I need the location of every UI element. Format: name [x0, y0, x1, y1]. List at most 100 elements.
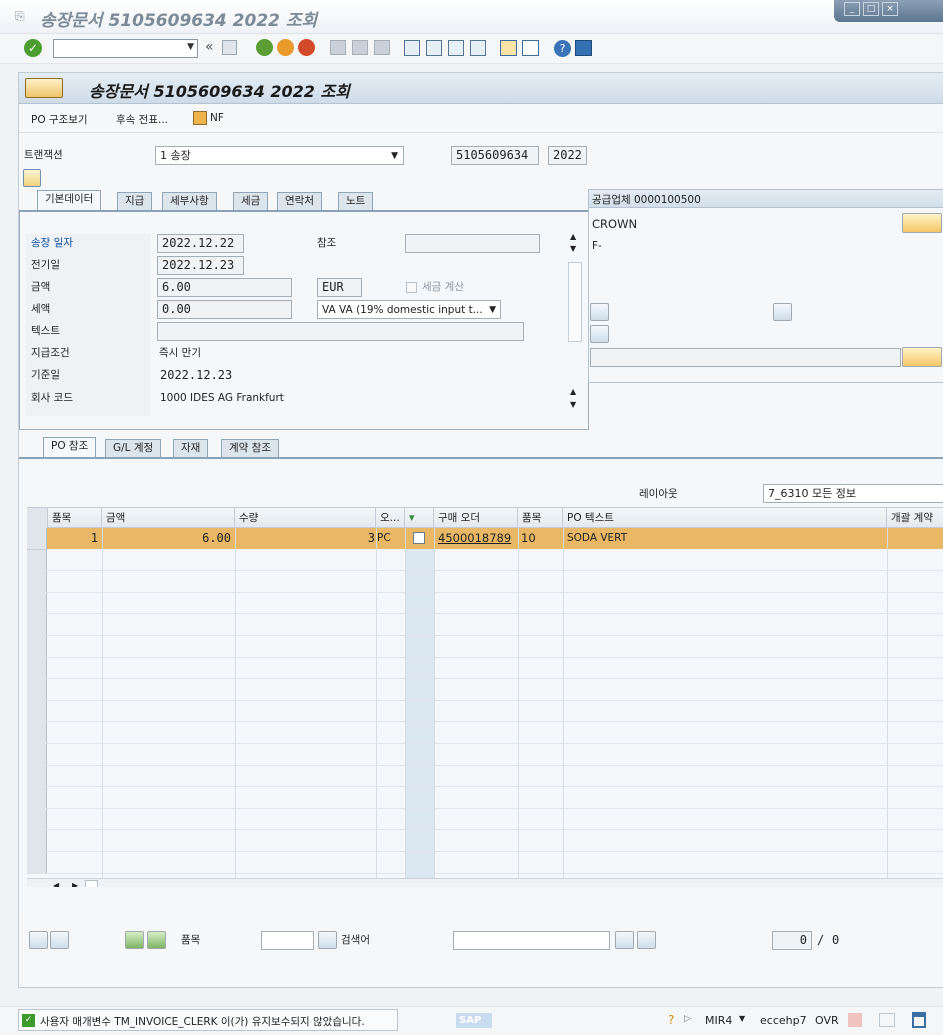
shortcut-icon[interactable]: [522, 40, 539, 56]
column-divider: [102, 528, 103, 880]
exit-icon[interactable]: [277, 39, 294, 56]
double-left-icon[interactable]: «: [205, 39, 214, 55]
deselect-all-icon[interactable]: [50, 931, 69, 949]
tab-details[interactable]: 세부사항: [162, 192, 217, 210]
tab-payment[interactable]: 지급: [117, 192, 153, 210]
invoice-tabstrip: 기본데이터 지급 세부사항 세금 연락처 노트 송장 일자 2022.12.22…: [19, 190, 589, 430]
nf-button[interactable]: NF: [210, 112, 224, 124]
new-session-icon[interactable]: [500, 40, 517, 56]
layout-field[interactable]: 7_6310 모든 정보: [763, 484, 943, 503]
screen-title: 송장문서 5105609634 2022 조회: [89, 82, 350, 101]
play-icon[interactable]: ▷: [684, 1014, 691, 1024]
customize-layout-icon[interactable]: [575, 40, 592, 56]
cancel-icon[interactable]: [298, 39, 315, 56]
tab-po-reference[interactable]: PO 참조: [43, 437, 97, 457]
col-po[interactable]: 구매 오더: [434, 508, 518, 528]
scroll-down-icon[interactable]: ▼: [570, 400, 576, 409]
empty-table-row: [27, 614, 943, 636]
back-icon[interactable]: [256, 39, 273, 56]
close-button[interactable]: ×: [882, 2, 898, 16]
col-po-text[interactable]: PO 텍스트: [563, 508, 887, 528]
enter-check-icon[interactable]: ✓: [24, 39, 42, 57]
status-mode[interactable]: OVR: [815, 1014, 839, 1027]
header-toggle-icon[interactable]: [23, 169, 41, 187]
maximize-button[interactable]: □: [863, 2, 879, 16]
find-next-binoculars-icon[interactable]: [637, 931, 656, 949]
invoice-date-label: 송장 일자: [31, 237, 73, 249]
scroll-thumb[interactable]: [568, 262, 582, 342]
collapse-icon[interactable]: [147, 931, 166, 949]
vendor-list-icon[interactable]: [590, 303, 609, 321]
select-all-cell[interactable]: [27, 508, 48, 528]
minimize-button[interactable]: _: [844, 2, 860, 16]
status-bar: ✓ 사용자 매개변수 TM_INVOICE_CLERK 이(가) 유지보수되지 …: [0, 1006, 943, 1035]
lock-icon[interactable]: [912, 1012, 926, 1028]
selected-row[interactable]: 1 6.00 3 PC 4500018789 10 SODA VERT: [27, 528, 943, 549]
payment-terms-label: 지급조건: [31, 347, 70, 359]
calc-tax-checkbox[interactable]: [406, 282, 417, 293]
search-term-input[interactable]: [453, 931, 610, 950]
chevron-down-icon[interactable]: ▼: [487, 303, 496, 318]
col-unit[interactable]: 오...: [376, 508, 405, 528]
tax-code-select[interactable]: VA VA (19% domestic input t... ▼: [317, 300, 501, 319]
status-tcode[interactable]: MIR4: [705, 1014, 732, 1027]
document-icon-button[interactable]: [25, 78, 63, 98]
scroll-down-icon[interactable]: ▼: [570, 244, 576, 253]
print-icon[interactable]: [330, 40, 346, 55]
row-checkbox[interactable]: [413, 532, 425, 544]
hscroll-thumb[interactable]: [85, 880, 98, 887]
help-icon[interactable]: ?: [554, 40, 571, 57]
find-binoculars-icon[interactable]: [615, 931, 634, 949]
chevron-down-icon[interactable]: ▼: [739, 1014, 745, 1023]
transaction-select[interactable]: 1 송장 ▼: [155, 146, 404, 165]
prev-page-icon[interactable]: [426, 40, 442, 56]
posting-date-field: 2022.12.23: [157, 256, 244, 275]
col-check[interactable]: ▾: [405, 508, 434, 528]
window-menu-icon[interactable]: ⎘: [15, 9, 31, 23]
last-page-icon[interactable]: [470, 40, 486, 56]
search-item-icon[interactable]: [318, 931, 337, 949]
next-page-icon[interactable]: [448, 40, 464, 56]
vendor-calendar-button[interactable]: [902, 347, 942, 367]
chevron-down-icon[interactable]: ▼: [391, 149, 398, 164]
follow-on-docs-button[interactable]: 후속 전표...: [116, 112, 168, 127]
col-amount[interactable]: 금액: [102, 508, 235, 528]
status-message-box[interactable]: ✓ 사용자 매개변수 TM_INVOICE_CLERK 이(가) 유지보수되지 …: [18, 1009, 398, 1031]
scroll-left-icon[interactable]: ◀: [53, 881, 59, 887]
expand-icon[interactable]: [125, 931, 144, 949]
vendor-print-icon[interactable]: [773, 303, 792, 321]
find-icon[interactable]: [352, 40, 368, 55]
first-page-icon[interactable]: [404, 40, 420, 56]
po-structure-button[interactable]: PO 구조보기: [31, 112, 88, 127]
empty-table-row: [27, 809, 943, 831]
save-icon[interactable]: [222, 40, 237, 55]
row-item: 1: [90, 531, 98, 545]
scroll-up-icon[interactable]: ▲: [570, 387, 576, 396]
vendor-filter-icon[interactable]: [590, 325, 609, 343]
tab-contact[interactable]: 연락처: [277, 192, 322, 210]
col-item[interactable]: 품목: [48, 508, 102, 528]
col-contract[interactable]: 개괄 계약: [887, 508, 943, 528]
scroll-up-icon[interactable]: ▲: [570, 232, 576, 241]
system-info-icon[interactable]: ?: [668, 1013, 674, 1027]
scroll-right-icon[interactable]: ▶: [72, 881, 78, 887]
row-selector[interactable]: [27, 528, 47, 550]
tab-note[interactable]: 노트: [338, 192, 374, 210]
vendor-detail-button[interactable]: [902, 213, 942, 233]
row-po-link[interactable]: 4500018789: [438, 531, 511, 545]
col-po-item[interactable]: 품목: [518, 508, 563, 528]
col-quantity[interactable]: 수량: [235, 508, 376, 528]
tab-basic-data[interactable]: 기본데이터: [37, 190, 102, 210]
tab-tax[interactable]: 세금: [233, 192, 269, 210]
tab-material[interactable]: 자재: [173, 439, 209, 457]
grid-hscrollbar[interactable]: ◀ ▶: [27, 878, 943, 887]
find-next-icon[interactable]: [374, 40, 390, 55]
command-field[interactable]: ▼: [53, 39, 198, 58]
tab-gl-account[interactable]: G/L 계정: [105, 439, 162, 457]
company-code-label: 회사 코드: [31, 392, 73, 404]
search-item-input[interactable]: [261, 931, 314, 950]
select-all-icon[interactable]: [29, 931, 48, 949]
chevron-down-icon[interactable]: ▼: [187, 42, 194, 52]
tab-contract-ref[interactable]: 계약 참조: [221, 439, 279, 457]
pane-scrollbar[interactable]: ▲ ▼ ▲ ▼: [568, 232, 583, 414]
